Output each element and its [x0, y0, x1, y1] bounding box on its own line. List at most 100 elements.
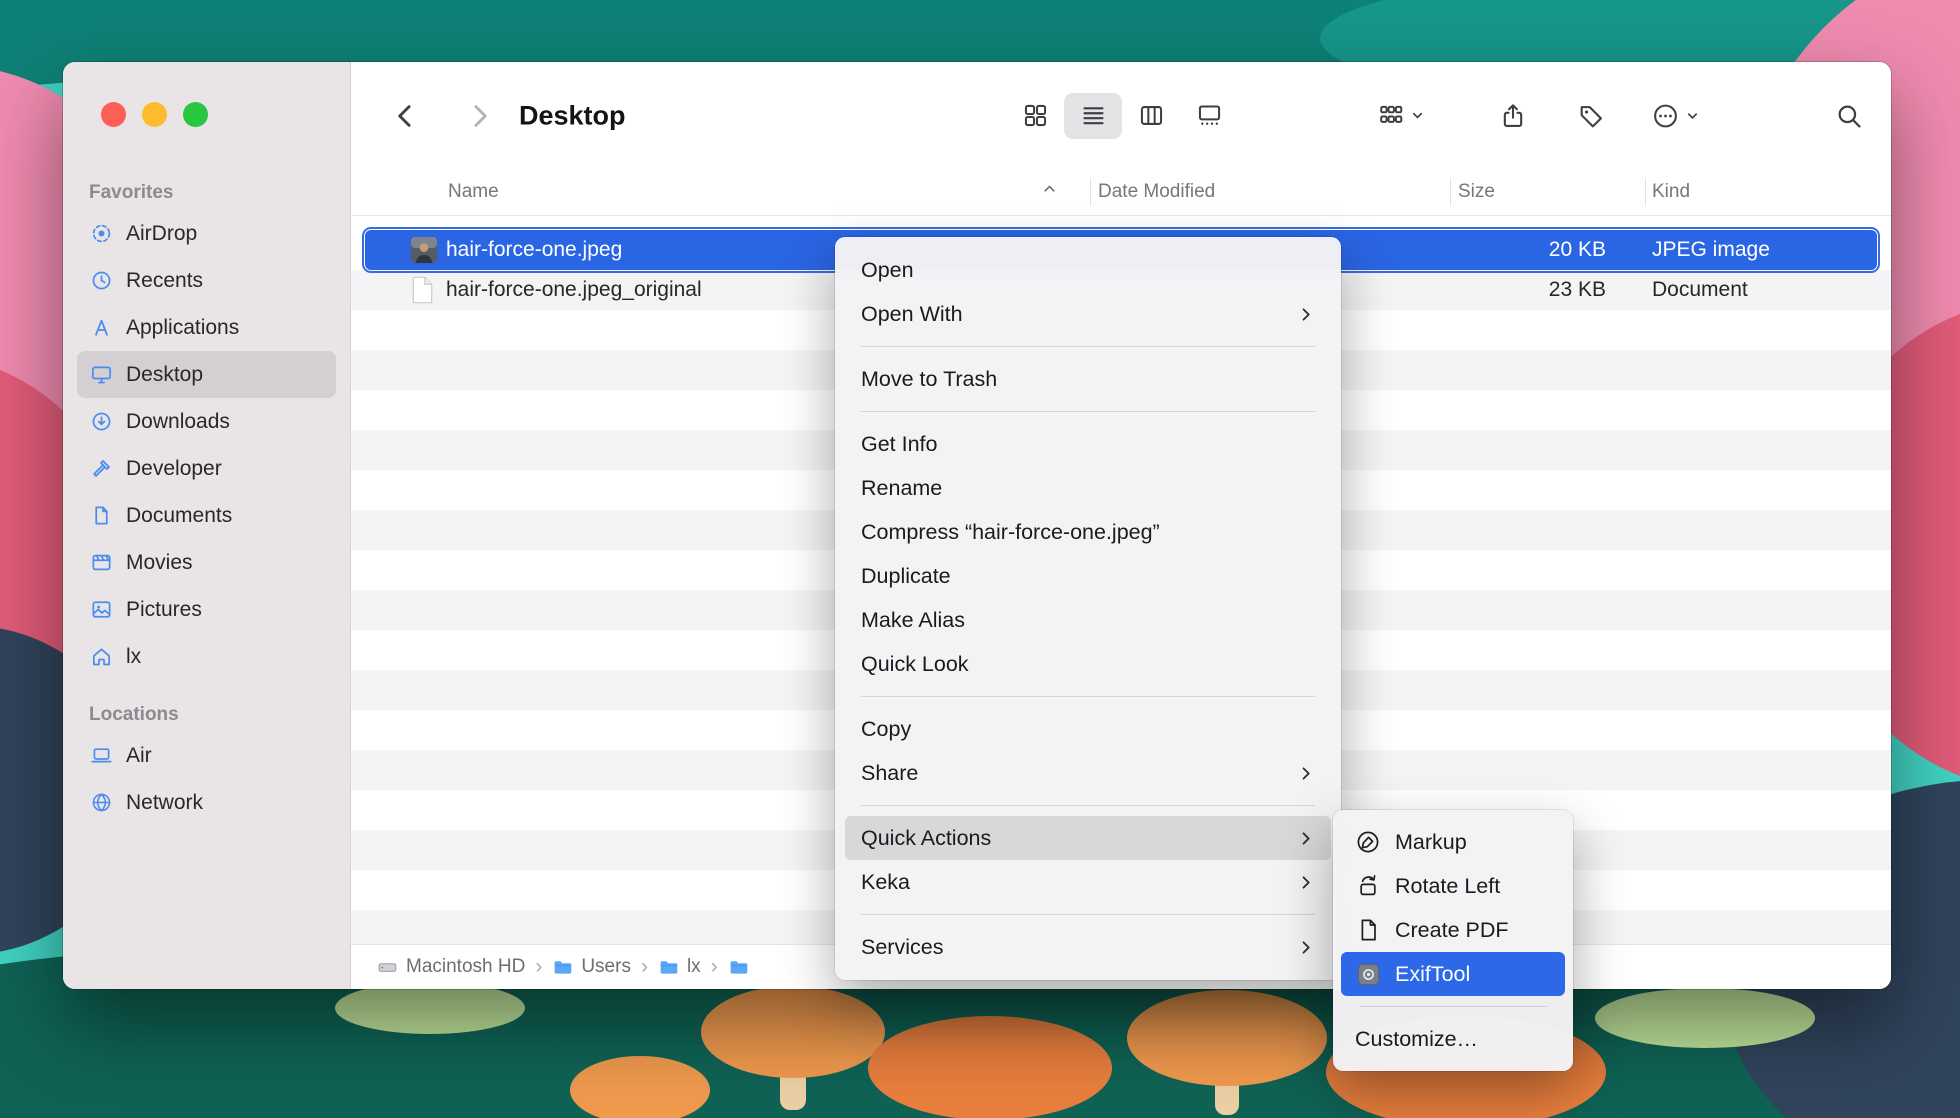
sidebar-item-lx[interactable]: lx — [77, 633, 336, 680]
laptop-icon — [89, 744, 113, 768]
menu-item-make-alias[interactable]: Make Alias — [845, 598, 1331, 642]
sidebar-item-label: Downloads — [126, 410, 230, 434]
column-header-name[interactable]: Name — [448, 181, 499, 203]
chevron-right-icon — [1296, 829, 1315, 848]
file-kind: JPEG image — [1652, 238, 1770, 262]
quick-actions-submenu: Markup Rotate Left Create PDF ExifTool C… — [1333, 810, 1573, 1071]
airdrop-icon — [89, 222, 113, 246]
folder-icon — [552, 957, 573, 978]
menu-separator — [861, 346, 1315, 347]
menu-item-label: Quick Actions — [861, 826, 991, 851]
path-item-macintosh-hd[interactable]: Macintosh HD — [377, 956, 525, 978]
back-button[interactable] — [391, 101, 421, 131]
menu-item-label: Share — [861, 761, 918, 786]
sidebar-item-applications[interactable]: Applications — [77, 304, 336, 351]
menu-item-label: Rotate Left — [1395, 874, 1500, 899]
chevron-right-icon — [1296, 305, 1315, 324]
gallery-view-button[interactable] — [1180, 93, 1238, 139]
globe-icon — [89, 791, 113, 815]
sidebar-item-air[interactable]: Air — [77, 732, 336, 779]
sidebar-item-label: Network — [126, 791, 203, 815]
image-thumbnail-icon — [411, 236, 437, 264]
menu-item-label: Create PDF — [1395, 918, 1509, 943]
file-size: 23 KB — [1450, 278, 1606, 302]
path-item-lx[interactable]: lx — [658, 956, 701, 978]
list-view-button[interactable] — [1064, 93, 1122, 139]
column-divider — [1090, 178, 1091, 206]
path-item-folder[interactable] — [728, 957, 749, 978]
file-size: 20 KB — [1450, 238, 1606, 262]
folder-icon — [658, 957, 679, 978]
menu-item-label: ExifTool — [1395, 962, 1470, 987]
minimize-button[interactable] — [142, 102, 167, 127]
group-by-button[interactable] — [1377, 102, 1425, 130]
menu-item-quick-actions[interactable]: Quick Actions — [845, 816, 1331, 860]
menu-item-open-with[interactable]: Open With — [845, 292, 1331, 336]
sidebar-item-label: AirDrop — [126, 222, 197, 246]
tags-button[interactable] — [1577, 102, 1605, 130]
context-menu: Open Open With Move to Trash Get Info Re… — [835, 237, 1341, 980]
submenu-item-create-pdf[interactable]: Create PDF — [1341, 908, 1565, 952]
sidebar-item-airdrop[interactable]: AirDrop — [77, 210, 336, 257]
menu-item-label: Customize… — [1355, 1027, 1478, 1052]
close-button[interactable] — [101, 102, 126, 127]
forward-button[interactable] — [464, 101, 494, 131]
share-button[interactable] — [1499, 102, 1527, 130]
menu-item-open[interactable]: Open — [845, 248, 1331, 292]
menu-item-move-to-trash[interactable]: Move to Trash — [845, 357, 1331, 401]
menu-item-compress[interactable]: Compress “hair-force-one.jpeg” — [845, 510, 1331, 554]
sidebar-item-developer[interactable]: Developer — [77, 445, 336, 492]
sidebar-item-label: Documents — [126, 504, 232, 528]
sidebar-item-label: Movies — [126, 551, 193, 575]
menu-item-get-info[interactable]: Get Info — [845, 422, 1331, 466]
sidebar-item-downloads[interactable]: Downloads — [77, 398, 336, 445]
search-button[interactable] — [1835, 102, 1863, 130]
submenu-item-exiftool[interactable]: ExifTool — [1341, 952, 1565, 996]
menu-separator — [861, 411, 1315, 412]
menu-item-duplicate[interactable]: Duplicate — [845, 554, 1331, 598]
column-view-button[interactable] — [1122, 93, 1180, 139]
menu-item-services[interactable]: Services — [845, 925, 1331, 969]
hammer-icon — [89, 457, 113, 481]
sort-ascending-icon — [1041, 181, 1058, 204]
group-by-icon — [1377, 102, 1405, 130]
menu-item-label: Get Info — [861, 432, 938, 457]
sidebar-item-label: Pictures — [126, 598, 202, 622]
menu-item-rename[interactable]: Rename — [845, 466, 1331, 510]
icon-view-button[interactable] — [1006, 93, 1064, 139]
chevron-down-icon — [1685, 108, 1700, 123]
chevron-right-icon — [1296, 873, 1315, 892]
zoom-button[interactable] — [183, 102, 208, 127]
film-icon — [89, 551, 113, 575]
markup-icon — [1355, 829, 1381, 855]
sidebar-item-network[interactable]: Network — [77, 779, 336, 826]
sidebar-item-recents[interactable]: Recents — [77, 257, 336, 304]
menu-separator — [861, 696, 1315, 697]
path-item-users[interactable]: Users — [552, 956, 631, 978]
submenu-item-markup[interactable]: Markup — [1341, 820, 1565, 864]
menu-item-copy[interactable]: Copy — [845, 707, 1331, 751]
chevron-down-icon — [1410, 108, 1425, 123]
chevron-right-icon — [1296, 764, 1315, 783]
more-options-button[interactable] — [1651, 101, 1700, 130]
column-header-date-modified[interactable]: Date Modified — [1098, 181, 1215, 203]
menu-item-keka[interactable]: Keka — [845, 860, 1331, 904]
photo-icon — [89, 598, 113, 622]
submenu-item-customize[interactable]: Customize… — [1341, 1017, 1565, 1061]
column-header-kind[interactable]: Kind — [1652, 181, 1690, 203]
sidebar-item-documents[interactable]: Documents — [77, 492, 336, 539]
menu-item-label: Duplicate — [861, 564, 951, 589]
submenu-item-rotate-left[interactable]: Rotate Left — [1341, 864, 1565, 908]
document-file-icon — [411, 276, 437, 304]
menu-item-label: Keka — [861, 870, 910, 895]
sidebar-item-label: Recents — [126, 269, 203, 293]
sidebar-item-pictures[interactable]: Pictures — [77, 586, 336, 633]
menu-item-label: Open With — [861, 302, 963, 327]
path-item-label: lx — [687, 956, 701, 978]
column-header-size[interactable]: Size — [1458, 181, 1495, 203]
sidebar-item-desktop[interactable]: Desktop — [77, 351, 336, 398]
menu-item-share[interactable]: Share — [845, 751, 1331, 795]
downloads-icon — [89, 410, 113, 434]
sidebar-item-movies[interactable]: Movies — [77, 539, 336, 586]
menu-item-quick-look[interactable]: Quick Look — [845, 642, 1331, 686]
